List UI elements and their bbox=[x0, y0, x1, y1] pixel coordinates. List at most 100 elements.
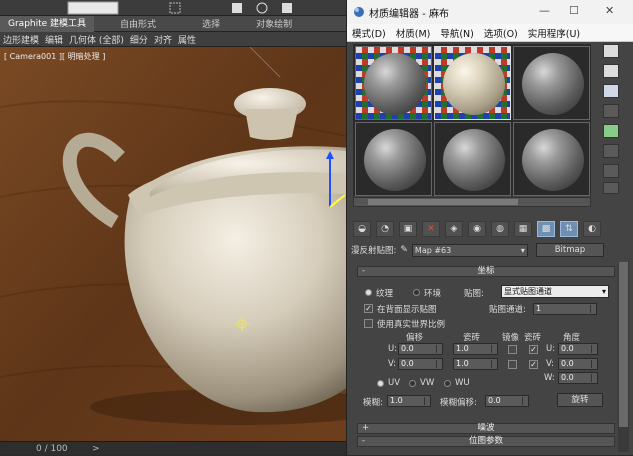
real-world-label: 使用真实世界比例 bbox=[377, 320, 446, 330]
tab-graphite[interactable]: Graphite 建模工具 bbox=[0, 15, 95, 32]
ribbon-item-geometry[interactable]: 几何体 (全部) bbox=[66, 33, 127, 46]
environ-label: 环境 bbox=[424, 289, 442, 299]
background-icon[interactable] bbox=[603, 84, 619, 98]
time-slider[interactable]: 0 / 100 > bbox=[0, 441, 350, 455]
sample-slot-3[interactable] bbox=[513, 46, 590, 120]
vw-radio[interactable] bbox=[409, 380, 416, 387]
maximize-icon[interactable]: ☐ bbox=[569, 4, 579, 17]
options-icon[interactable] bbox=[603, 164, 619, 178]
time-slider-next[interactable]: > bbox=[92, 442, 100, 456]
select-rotate-icon[interactable] bbox=[256, 2, 268, 14]
ribbon-panel-bar: 边形建模 编辑 几何体 (全部) 细分 对齐 属性 bbox=[0, 32, 350, 47]
sample-slot-5[interactable] bbox=[434, 122, 511, 196]
ribbon-item-edit[interactable]: 编辑 bbox=[42, 33, 66, 46]
v-offset-spinner[interactable]: 0.0 bbox=[398, 358, 443, 370]
slots-scroll-thumb[interactable] bbox=[368, 199, 518, 205]
ribbon-item-align[interactable]: 对齐 bbox=[151, 33, 175, 46]
u-angle-label: U: bbox=[546, 344, 556, 354]
u-mirror-checkbox[interactable] bbox=[508, 345, 517, 354]
side-toolbar bbox=[595, 44, 629, 196]
blur-spinner[interactable]: 1.0 bbox=[387, 395, 431, 407]
go-forward-sibling-icon[interactable]: ◐ bbox=[583, 221, 601, 237]
ribbon-item-properties[interactable]: 属性 bbox=[175, 33, 199, 46]
sample-slot-4[interactable] bbox=[355, 122, 432, 196]
sample-slot-2[interactable] bbox=[434, 46, 511, 120]
eyedropper-icon[interactable]: ✎ bbox=[400, 245, 408, 255]
noise-rollout-header[interactable]: + 噪波 bbox=[357, 423, 615, 434]
select-scale-icon[interactable] bbox=[282, 3, 292, 13]
menu-options[interactable]: 选项(O) bbox=[479, 26, 523, 40]
reset-map-icon[interactable]: ✕ bbox=[422, 221, 440, 237]
v-mirror-checkbox[interactable] bbox=[508, 360, 517, 369]
selection-set-field[interactable] bbox=[67, 1, 119, 15]
u-offset-spinner[interactable]: 0.0 bbox=[398, 343, 443, 355]
coords-rollout-header[interactable]: - 坐标 bbox=[357, 266, 615, 277]
put-to-scene-icon[interactable]: ◔ bbox=[376, 221, 394, 237]
put-to-library-icon[interactable]: ◉ bbox=[468, 221, 486, 237]
v-tiling-spinner[interactable]: 1.0 bbox=[453, 358, 498, 370]
assign-to-selection-icon[interactable]: ▣ bbox=[399, 221, 417, 237]
sample-slot-1[interactable] bbox=[355, 46, 432, 120]
wu-radio[interactable] bbox=[444, 380, 451, 387]
editor-titlebar: 材质编辑器 - 麻布 — ☐ ✕ bbox=[347, 0, 633, 24]
show-on-back-checkbox[interactable]: ✓ bbox=[364, 304, 373, 313]
slot-scroll-down[interactable] bbox=[603, 182, 619, 194]
map-type-button[interactable]: Bitmap bbox=[535, 243, 604, 257]
minimize-icon[interactable]: — bbox=[539, 4, 550, 17]
select-move-icon[interactable] bbox=[232, 3, 242, 13]
panel-scroll-thumb[interactable] bbox=[619, 262, 628, 427]
video-color-check-icon[interactable] bbox=[603, 124, 619, 138]
sample-slot-6[interactable] bbox=[513, 122, 590, 196]
show-on-back-label: 在背面显示贴图 bbox=[377, 305, 437, 315]
tab-object-paint[interactable]: 对象绘制 bbox=[248, 17, 300, 30]
collapse-icon: - bbox=[362, 266, 366, 276]
ribbon-item-poly-modeling[interactable]: 边形建模 bbox=[0, 33, 42, 46]
tab-freeform[interactable]: 自由形式 bbox=[112, 17, 164, 30]
slots-horizontal-scrollbar[interactable] bbox=[353, 197, 591, 207]
get-material-icon[interactable]: ◒ bbox=[353, 221, 371, 237]
uv-tiling-icon[interactable] bbox=[603, 104, 619, 118]
w-angle-spinner[interactable]: 0.0 bbox=[558, 372, 598, 384]
collapse-icon: - bbox=[362, 436, 366, 446]
u-tiling-spinner[interactable]: 1.0 bbox=[453, 343, 498, 355]
camera-viewport[interactable]: [ Camera001 ][ 明暗处理 ] bbox=[0, 47, 350, 441]
menu-mode[interactable]: 模式(D) bbox=[347, 26, 391, 40]
bitmap-rollout-header[interactable]: - 位图参数 bbox=[357, 436, 615, 447]
tab-selection[interactable]: 选择 bbox=[194, 17, 228, 30]
coords-rollout-title: 坐标 bbox=[477, 266, 495, 276]
mapping-dropdown[interactable]: 显式贴图通道 bbox=[501, 285, 609, 298]
show-map-in-viewport-icon[interactable]: ▦ bbox=[514, 221, 532, 237]
ribbon-item-subdivision[interactable]: 细分 bbox=[127, 33, 151, 46]
map-slot-label: 漫反射贴图: bbox=[351, 246, 397, 256]
material-id-icon[interactable]: ◍ bbox=[491, 221, 509, 237]
blur-offset-spinner[interactable]: 0.0 bbox=[485, 395, 529, 407]
rotate-button[interactable]: 旋转 bbox=[557, 393, 603, 407]
real-world-checkbox[interactable] bbox=[364, 319, 373, 328]
panel-vertical-scrollbar[interactable] bbox=[618, 262, 629, 452]
menu-material[interactable]: 材质(M) bbox=[391, 26, 436, 40]
viewport-label[interactable]: [ Camera001 ][ 明暗处理 ] bbox=[4, 51, 105, 62]
expand-icon: + bbox=[362, 423, 370, 433]
make-unique-icon[interactable]: ◈ bbox=[445, 221, 463, 237]
menu-navigation[interactable]: 导航(N) bbox=[435, 26, 479, 40]
make-preview-icon[interactable] bbox=[603, 144, 619, 158]
v-tile-checkbox[interactable]: ✓ bbox=[529, 360, 538, 369]
menu-utilities[interactable]: 实用程序(U) bbox=[523, 26, 585, 40]
v-angle-spinner[interactable]: 0.0 bbox=[558, 358, 598, 370]
uv-radio[interactable] bbox=[377, 380, 384, 387]
u-angle-spinner[interactable]: 0.0 bbox=[558, 343, 598, 355]
texture-radio[interactable] bbox=[365, 289, 372, 296]
channel-spinner[interactable]: 1 bbox=[533, 303, 597, 315]
show-end-result-icon[interactable]: ▩ bbox=[537, 221, 555, 237]
close-icon[interactable]: ✕ bbox=[605, 4, 614, 17]
offset-header: 偏移 bbox=[406, 333, 424, 343]
sample-slots bbox=[353, 44, 591, 196]
backlight-icon[interactable] bbox=[603, 64, 619, 78]
sample-type-icon[interactable] bbox=[603, 44, 619, 58]
select-region-icon[interactable] bbox=[169, 2, 181, 14]
map-name-field[interactable]: Map #63 bbox=[411, 243, 528, 257]
u-tile-checkbox[interactable]: ✓ bbox=[529, 345, 538, 354]
go-to-parent-icon[interactable]: ⇅ bbox=[560, 221, 578, 237]
mirror-header: 镜像 bbox=[502, 333, 520, 343]
environ-radio[interactable] bbox=[413, 289, 420, 296]
